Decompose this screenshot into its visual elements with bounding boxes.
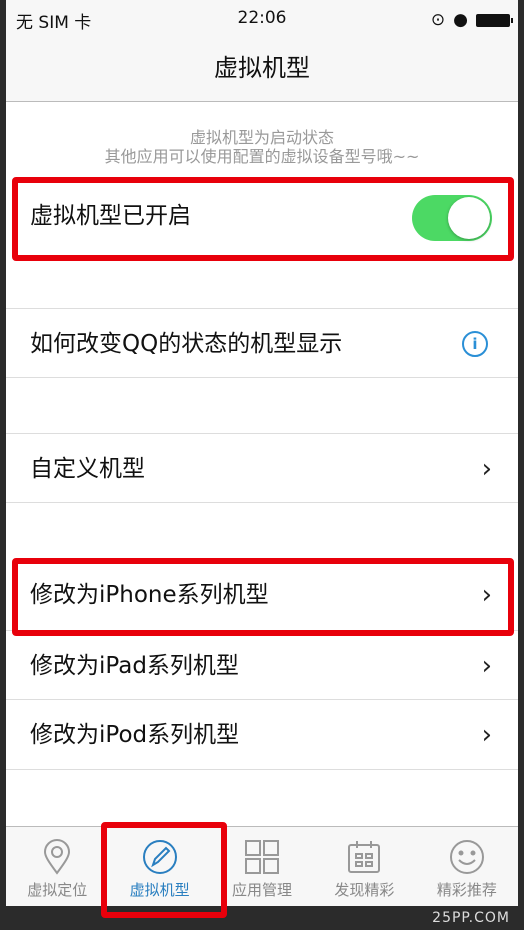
tab-recommend[interactable]: 精彩推荐 — [416, 827, 518, 906]
tab-label: 虚拟定位 — [27, 881, 88, 899]
row-label: 修改为iPod系列机型 — [30, 722, 240, 748]
chevron-right-icon: › — [481, 454, 492, 484]
tab-discover[interactable]: 发现精彩 — [313, 827, 415, 906]
calendar-icon — [313, 839, 415, 875]
row-label: 修改为iPhone系列机型 — [30, 582, 269, 608]
row-iphone-models[interactable]: 修改为iPhone系列机型 › — [6, 560, 518, 630]
row-ipad-models[interactable]: 修改为iPad系列机型 › — [6, 630, 518, 700]
chevron-right-icon: › — [481, 651, 492, 681]
status-notice: 虚拟机型为启动状态 其他应用可以使用配置的虚拟设备型号哦~~ — [6, 128, 518, 166]
battery-icon — [476, 13, 513, 27]
row-label: 如何改变QQ的状态的机型显示 — [30, 331, 343, 357]
virtual-model-toggle-row: 虚拟机型已开启 — [6, 180, 518, 256]
tab-virtual-location[interactable]: 虚拟定位 — [6, 827, 108, 906]
chevron-right-icon: › — [481, 580, 492, 610]
tab-label: 发现精彩 — [334, 881, 395, 899]
row-ipod-models[interactable]: 修改为iPod系列机型 › — [6, 700, 518, 770]
row-label: 修改为iPad系列机型 — [30, 653, 239, 679]
tab-virtual-model[interactable]: 虚拟机型 — [108, 827, 210, 906]
status-bar: 无 SIM 卡 22:06 ⊙ ● — [6, 0, 518, 38]
tab-label: 精彩推荐 — [436, 881, 497, 899]
chevron-right-icon: › — [481, 720, 492, 750]
notice-line: 其他应用可以使用配置的虚拟设备型号哦~~ — [104, 147, 420, 166]
screen: 无 SIM 卡 22:06 ⊙ ● 虚拟机型 虚拟机型为启动状态 其他应用可以使… — [6, 0, 518, 906]
tab-bar: 虚拟定位 虚拟机型 应用管理 发现精彩 精彩推荐 — [6, 826, 518, 906]
info-icon[interactable]: i — [462, 331, 488, 357]
grid-icon — [211, 839, 313, 875]
rotation-lock-icon: ⊙ — [430, 10, 446, 30]
location-pin-icon — [6, 839, 108, 875]
toggle-label: 虚拟机型已开启 — [30, 203, 191, 229]
notice-line: 虚拟机型为启动状态 — [189, 128, 334, 147]
tab-label: 应用管理 — [232, 881, 293, 899]
tab-app-management[interactable]: 应用管理 — [211, 827, 313, 906]
tab-label: 虚拟机型 — [129, 881, 190, 899]
smiley-icon — [416, 839, 518, 875]
location-icon: ● — [453, 10, 468, 30]
row-qq-model-help[interactable]: 如何改变QQ的状态的机型显示 i — [6, 308, 518, 378]
pencil-circle-icon — [108, 839, 210, 875]
page-title: 虚拟机型 — [6, 38, 518, 102]
row-custom-model[interactable]: 自定义机型 › — [6, 433, 518, 503]
row-label: 自定义机型 — [30, 456, 145, 482]
watermark: 25PP.COM — [432, 910, 510, 926]
virtual-model-toggle[interactable] — [412, 195, 492, 241]
